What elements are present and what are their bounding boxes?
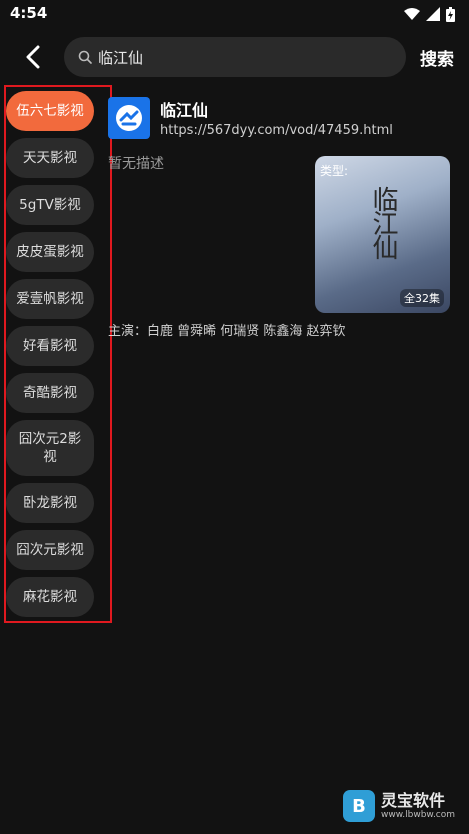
result-cast: 主演：白鹿 曾舜晞 何瑞贤 陈鑫海 赵弈钦 [108,324,346,339]
sidebar-item-tiantian[interactable]: 天天影视 [6,138,94,178]
chevron-left-icon [26,45,40,69]
sidebar-item-wuliuqi[interactable]: 伍六七影视 [6,91,94,131]
sidebar-item-wolong[interactable]: 卧龙影视 [6,483,94,523]
result-title[interactable]: 临江仙 [160,97,208,121]
search-icon [78,50,92,64]
source-logo-icon [116,105,142,131]
source-sidebar: 伍六七影视 天天影视 5gTV影视 皮皮蛋影视 爱壹帆影视 好看影视 奇酷影视 … [6,91,98,624]
search-box[interactable] [64,37,406,77]
poster-thumbnail[interactable]: 类型: 临江仙 全32集 [315,156,450,313]
watermark-name: 灵宝软件 [381,791,446,810]
sidebar-item-aiyifan[interactable]: 爱壹帆影视 [6,279,94,319]
watermark-url: www.lbwbw.com [381,810,456,820]
episode-count-badge: 全32集 [400,289,444,307]
search-input[interactable] [98,48,378,66]
sidebar-item-jiongciyuan2[interactable]: 囧次元2影视 [6,420,94,476]
result-description: 暂无描述 [108,156,164,172]
sidebar-item-5gtv[interactable]: 5gTV影视 [6,185,94,225]
sidebar-item-jiongciyuan[interactable]: 囧次元影视 [6,530,94,570]
sidebar-item-mahua[interactable]: 麻花影视 [6,577,94,617]
battery-icon [446,6,455,22]
sidebar-item-pipidan[interactable]: 皮皮蛋影视 [6,232,94,272]
status-time: 4:54 [10,4,48,22]
status-bar: 4:54 [0,0,469,28]
watermark-logo-icon: B [343,790,375,822]
search-button[interactable]: 搜索 [420,45,454,70]
signal-icon [426,7,440,21]
result-url[interactable]: https://567dyy.com/vod/47459.html [160,123,393,138]
status-icons [404,6,455,22]
source-logo [108,97,150,139]
sidebar-item-qiku[interactable]: 奇酷影视 [6,373,94,413]
poster-type-label: 类型: [320,164,349,178]
wifi-icon [404,8,420,20]
sidebar-item-haokan[interactable]: 好看影视 [6,326,94,366]
watermark: B 灵宝软件 www.lbwbw.com [343,788,461,824]
back-button[interactable] [16,40,50,74]
poster-title: 临江仙 [368,186,398,258]
